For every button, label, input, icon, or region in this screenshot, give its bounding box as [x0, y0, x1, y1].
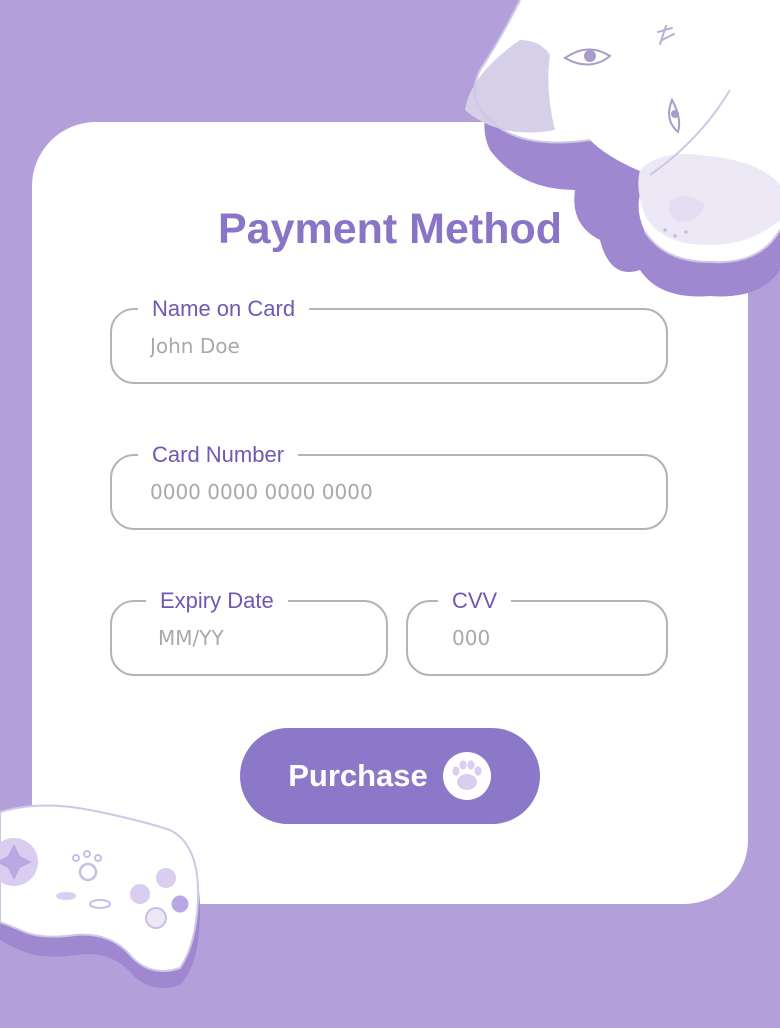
card-number-field: Card Number	[110, 442, 668, 530]
expiry-date-label: Expiry Date	[146, 588, 288, 614]
paw-icon	[442, 751, 492, 801]
expiry-date-field: Expiry Date	[110, 588, 388, 676]
dog-illustration	[460, 0, 780, 300]
game-controller-illustration	[0, 800, 205, 990]
expiry-date-input[interactable]	[158, 624, 358, 652]
card-number-input[interactable]	[150, 478, 630, 506]
card-number-label: Card Number	[138, 442, 299, 468]
name-on-card-input[interactable]	[150, 332, 630, 360]
name-on-card-label: Name on Card	[138, 296, 310, 322]
cvv-field: CVV	[406, 588, 668, 676]
cvv-input[interactable]	[452, 624, 642, 652]
purchase-button-label: Purchase	[288, 758, 428, 793]
name-on-card-field: Name on Card	[110, 296, 668, 384]
purchase-button[interactable]: Purchase	[240, 728, 540, 824]
cvv-label: CVV	[438, 588, 512, 614]
